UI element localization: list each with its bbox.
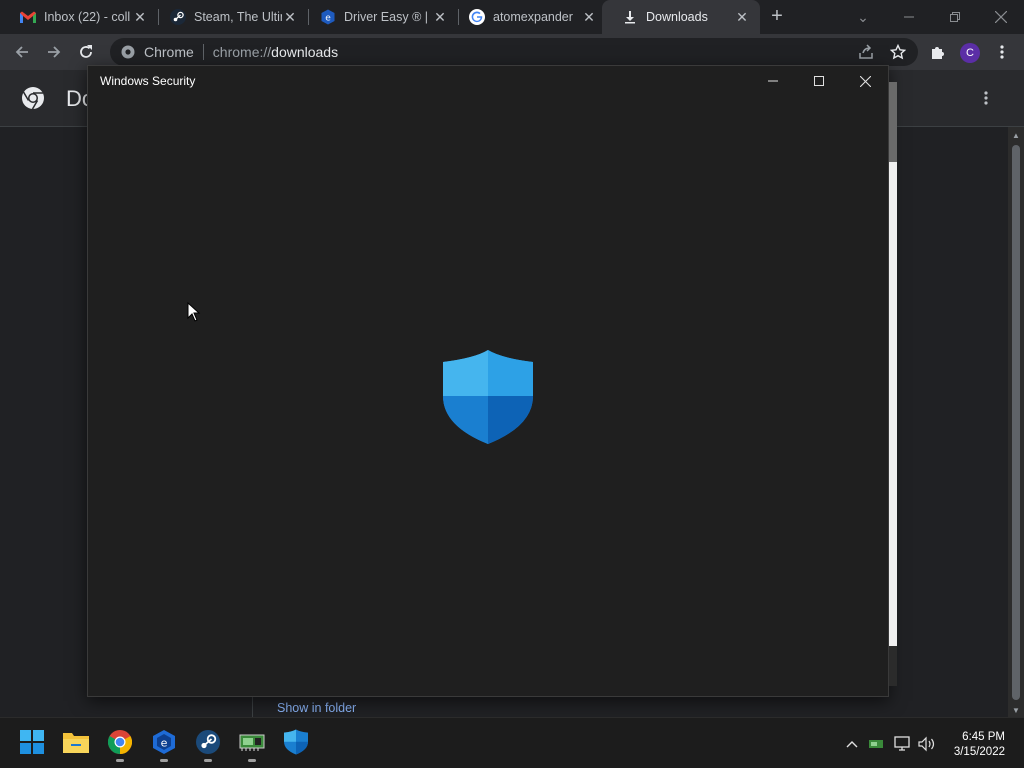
network-card-icon[interactable] [238, 728, 266, 762]
tab-steam[interactable]: Steam, The Ultim ✕ [150, 0, 308, 34]
chrome-icon[interactable] [106, 728, 134, 762]
taskbar: e 6:45 PM 3/15/2022 [0, 717, 1024, 768]
close-tab-icon[interactable]: ✕ [282, 9, 298, 26]
steam-icon[interactable] [194, 728, 222, 762]
scroll-down-icon[interactable]: ▼ [1008, 706, 1024, 715]
chrome-logo-icon [21, 86, 45, 110]
volume-icon[interactable] [918, 735, 936, 753]
profile-avatar[interactable]: C [960, 43, 980, 63]
omnibox-divider [202, 44, 204, 60]
chrome-chip-icon[interactable] [120, 44, 136, 60]
new-tab-button[interactable]: + [766, 6, 788, 28]
scheme-label: Chrome [144, 44, 194, 60]
restore-icon[interactable] [932, 0, 978, 34]
close-tab-icon[interactable]: ✕ [581, 9, 597, 26]
download-icon [622, 9, 638, 25]
maximize-icon[interactable] [796, 66, 842, 96]
url-host: downloads [271, 44, 339, 60]
minimize-icon[interactable] [886, 0, 932, 34]
steam-icon [170, 9, 186, 25]
running-indicator [204, 759, 212, 762]
security-window-scrollbar[interactable] [889, 82, 897, 686]
window-title: Windows Security [100, 74, 196, 88]
tab-title: Steam, The Ultim [194, 10, 282, 24]
url-text[interactable]: chrome://downloads [213, 44, 338, 60]
svg-text:e: e [325, 14, 331, 24]
tab-title: atomexpander [493, 10, 573, 24]
tab-atomexpander[interactable]: atomexpander ✕ [449, 0, 607, 34]
extensions-icon[interactable] [926, 40, 950, 64]
network-icon[interactable] [894, 735, 912, 753]
menu-kebab-icon[interactable] [990, 40, 1014, 64]
start-icon[interactable] [18, 728, 46, 756]
file-explorer-icon[interactable] [62, 728, 90, 756]
tab-search-icon[interactable]: ⌄ [840, 0, 886, 34]
chevron-up-icon[interactable] [843, 735, 861, 753]
svg-text:e: e [161, 737, 168, 750]
page-scrollbar[interactable]: ▲ ▼ [1008, 127, 1024, 717]
download-card-border [252, 697, 253, 717]
running-indicator [160, 759, 168, 762]
tab-gmail[interactable]: Inbox (22) - coll ✕ [0, 0, 158, 34]
tab-title: Inbox (22) - coll [44, 10, 131, 24]
tab-downloads[interactable]: Downloads ✕ [602, 0, 760, 34]
share-icon[interactable] [854, 40, 878, 64]
close-tab-icon[interactable]: ✕ [432, 9, 448, 26]
minimize-icon[interactable] [750, 66, 796, 96]
tab-driver-easy[interactable]: e Driver Easy ® | ✕ [300, 0, 458, 34]
gmail-icon [20, 9, 36, 25]
close-tab-icon[interactable]: ✕ [734, 9, 750, 26]
forward-icon[interactable] [42, 40, 66, 64]
driver-easy-icon[interactable]: e [150, 728, 178, 762]
reload-icon[interactable] [74, 40, 98, 64]
show-in-folder-link[interactable]: Show in folder [277, 701, 356, 715]
shield-icon [443, 350, 533, 444]
running-indicator [116, 759, 124, 762]
mouse-cursor-icon [187, 301, 201, 322]
network-card-tray-icon[interactable] [867, 735, 885, 753]
scroll-up-icon[interactable]: ▲ [1008, 131, 1024, 140]
address-bar[interactable]: Chrome chrome://downloads [110, 38, 918, 66]
back-icon[interactable] [10, 40, 34, 64]
scrollbar-thumb[interactable] [889, 162, 897, 646]
google-icon [469, 9, 485, 25]
bookmark-star-icon[interactable] [886, 40, 910, 64]
driver-easy-icon: e [320, 9, 336, 25]
running-indicator [248, 759, 256, 762]
close-window-icon[interactable] [978, 0, 1024, 34]
close-icon[interactable] [842, 66, 888, 96]
system-clock[interactable]: 6:45 PM 3/15/2022 [954, 730, 1005, 760]
clock-date: 3/15/2022 [953, 746, 1005, 758]
tab-title: Downloads [646, 10, 708, 24]
close-tab-icon[interactable]: ✕ [132, 9, 148, 26]
tab-title: Driver Easy ® | [344, 10, 428, 24]
tab-strip: Inbox (22) - coll ✕ Steam, The Ultim ✕ e… [0, 0, 1024, 34]
url-prefix: chrome:// [212, 44, 272, 60]
scrollbar-track [889, 82, 897, 162]
windows-security-icon[interactable] [282, 728, 310, 756]
page-menu-icon[interactable] [984, 90, 996, 106]
scrollbar-thumb[interactable] [1012, 145, 1020, 700]
clock-time: 6:45 PM [962, 731, 1005, 743]
